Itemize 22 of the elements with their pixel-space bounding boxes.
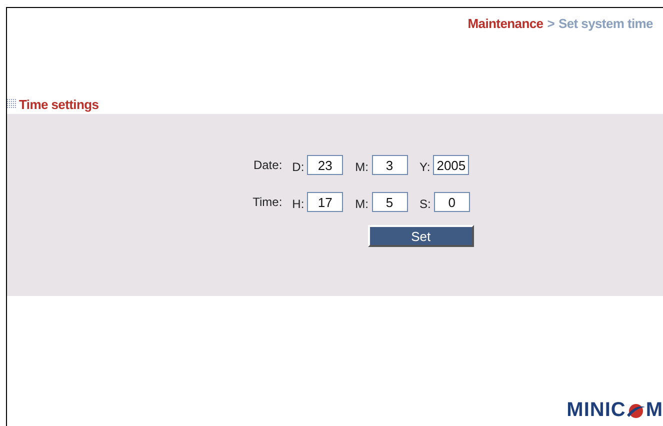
field-label: S: bbox=[420, 196, 431, 210]
field-label: M: bbox=[355, 158, 368, 174]
input-field[interactable]: 17 bbox=[307, 192, 344, 212]
input-field[interactable]: 5 bbox=[372, 192, 408, 212]
field-label: M: bbox=[355, 196, 368, 210]
section-title: Time settings bbox=[19, 96, 99, 112]
row-label: Date: bbox=[252, 158, 282, 172]
breadcrumb-page: Set system time bbox=[558, 16, 653, 31]
field-label: Y: bbox=[420, 158, 430, 174]
field-label: D: bbox=[292, 158, 304, 174]
input-field[interactable]: 3 bbox=[372, 155, 408, 175]
field-label: H: bbox=[292, 196, 304, 210]
breadcrumb-section: Maintenance bbox=[468, 16, 544, 31]
logo-swoosh-icon bbox=[626, 402, 646, 420]
logo-text: MINIC bbox=[566, 399, 626, 422]
input-field[interactable]: 0 bbox=[434, 192, 470, 212]
row-label: Time: bbox=[252, 195, 282, 209]
set-button[interactable]: Set bbox=[368, 225, 474, 247]
logo-text: M bbox=[646, 399, 663, 422]
input-field[interactable]: 2005 bbox=[433, 155, 470, 175]
breadcrumb-separator: > bbox=[547, 16, 554, 31]
input-field[interactable]: 23 bbox=[307, 155, 344, 175]
